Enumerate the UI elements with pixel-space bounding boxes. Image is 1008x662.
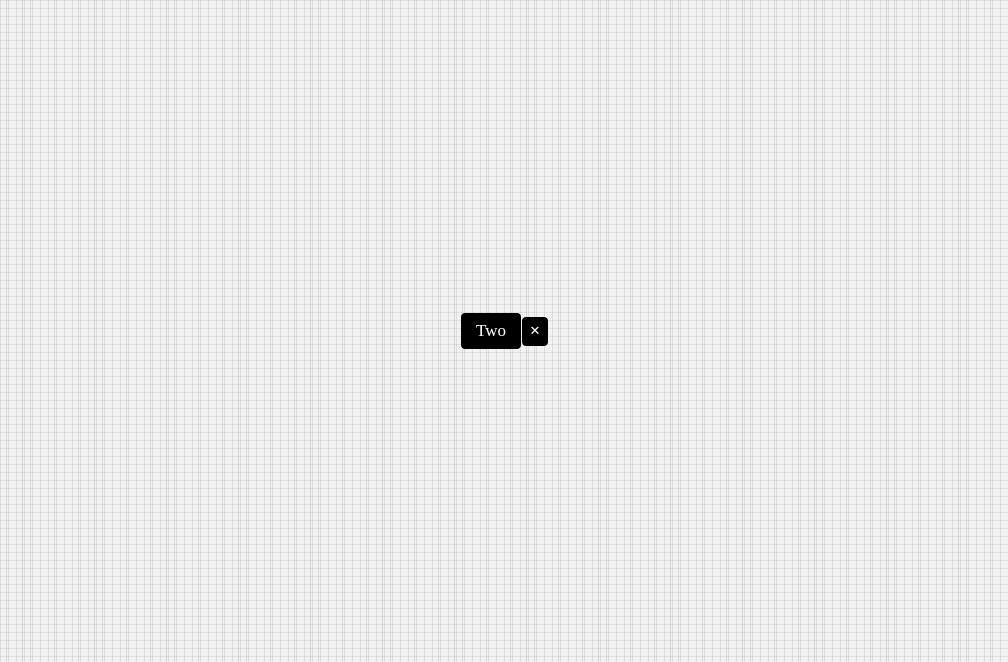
tag-chip-label: Two bbox=[476, 321, 506, 340]
tag-chip-label-button[interactable]: Two bbox=[461, 313, 521, 349]
close-icon: ✕ bbox=[529, 323, 541, 339]
tag-chip: Two ✕ bbox=[461, 313, 548, 349]
tag-remove-button[interactable]: ✕ bbox=[522, 316, 548, 346]
